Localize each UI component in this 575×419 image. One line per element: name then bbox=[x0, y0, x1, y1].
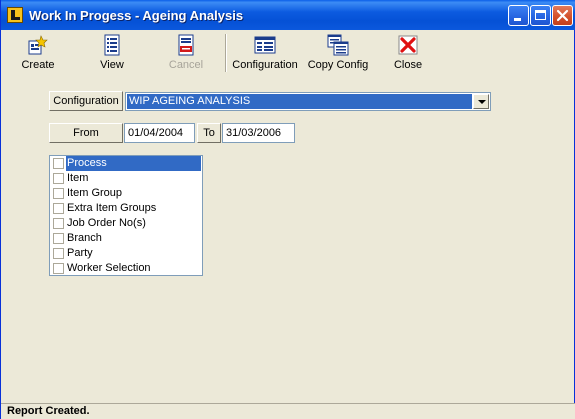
close-red-x-icon bbox=[398, 35, 418, 55]
configuration-select[interactable]: WIP AGEING ANALYSIS bbox=[125, 92, 491, 111]
from-date-button[interactable]: From bbox=[49, 123, 123, 143]
list-item-label: Worker Selection bbox=[67, 262, 151, 274]
list-item-label: Branch bbox=[67, 232, 102, 244]
list-item[interactable]: Worker Selection bbox=[51, 261, 201, 275]
configuration-label: Configuration bbox=[232, 59, 298, 71]
create-button[interactable]: Create bbox=[7, 32, 69, 74]
minimize-icon bbox=[514, 18, 521, 21]
configuration-field-label: Configuration bbox=[49, 91, 123, 111]
from-label: From bbox=[73, 127, 99, 139]
selection-checklist[interactable]: Process Item Item Group Extra Item Group… bbox=[49, 155, 203, 276]
checkbox[interactable] bbox=[53, 203, 64, 214]
cancel-label: Cancel bbox=[168, 59, 204, 71]
checkbox[interactable] bbox=[53, 248, 64, 259]
checkbox[interactable] bbox=[53, 173, 64, 184]
window-title: Work In Progess - Ageing Analysis bbox=[29, 8, 244, 23]
list-item[interactable]: Party bbox=[51, 246, 201, 261]
view-button[interactable]: View bbox=[81, 32, 143, 74]
list-item-label: Process bbox=[66, 156, 201, 171]
to-date-field[interactable]: 31/03/2006 bbox=[222, 123, 295, 143]
copy-config-label: Copy Config bbox=[307, 59, 369, 71]
checkbox[interactable] bbox=[53, 263, 64, 274]
view-label: View bbox=[100, 59, 124, 71]
stop-icon bbox=[178, 34, 194, 56]
list-item[interactable]: Item Group bbox=[51, 186, 201, 201]
list-item-label: Item Group bbox=[67, 187, 123, 199]
close-button[interactable]: Close bbox=[377, 32, 439, 74]
configuration-icon bbox=[254, 36, 276, 54]
configuration-selected-value[interactable]: WIP AGEING ANALYSIS bbox=[127, 94, 472, 109]
minimize-button[interactable] bbox=[508, 5, 529, 26]
title-bar[interactable]: Work In Progess - Ageing Analysis bbox=[1, 0, 575, 30]
list-item-label: Item bbox=[67, 172, 89, 184]
copy-config-icon bbox=[327, 34, 349, 56]
configuration-button[interactable]: Configuration bbox=[229, 32, 301, 74]
checkbox[interactable] bbox=[53, 188, 64, 199]
to-label: To bbox=[203, 127, 215, 139]
window-close-button[interactable] bbox=[552, 5, 573, 26]
app-window: Work In Progess - Ageing Analysis Create bbox=[0, 0, 575, 419]
maximize-icon bbox=[535, 10, 546, 20]
status-bar: Report Created. bbox=[1, 403, 575, 419]
cancel-button[interactable]: Cancel bbox=[155, 32, 217, 74]
toolbar-separator bbox=[225, 34, 227, 72]
close-label: Close bbox=[393, 59, 423, 71]
list-item[interactable]: Process bbox=[51, 156, 201, 171]
list-item[interactable]: Item bbox=[51, 171, 201, 186]
to-date-button[interactable]: To bbox=[197, 123, 221, 143]
app-logo-icon[interactable] bbox=[7, 7, 23, 23]
list-item-label: Party bbox=[67, 247, 93, 259]
create-label: Create bbox=[21, 59, 55, 71]
view-report-icon bbox=[104, 34, 120, 56]
checkbox[interactable] bbox=[53, 233, 64, 244]
list-item[interactable]: Branch bbox=[51, 231, 201, 246]
list-item-label: Extra Item Groups bbox=[67, 202, 157, 214]
copy-config-button[interactable]: Copy Config bbox=[305, 32, 371, 74]
list-item-label: Job Order No(s) bbox=[67, 217, 146, 229]
close-icon bbox=[556, 9, 569, 22]
toolbar: Create View Cancel Configuration Copy Co… bbox=[5, 32, 571, 74]
list-item[interactable]: Job Order No(s) bbox=[51, 216, 201, 231]
chevron-down-icon[interactable] bbox=[473, 94, 489, 109]
maximize-button[interactable] bbox=[530, 5, 551, 26]
checkbox[interactable] bbox=[53, 218, 64, 229]
list-item[interactable]: Extra Item Groups bbox=[51, 201, 201, 216]
create-report-icon bbox=[28, 35, 48, 55]
checkbox[interactable] bbox=[53, 158, 64, 169]
from-date-field[interactable]: 01/04/2004 bbox=[124, 123, 195, 143]
